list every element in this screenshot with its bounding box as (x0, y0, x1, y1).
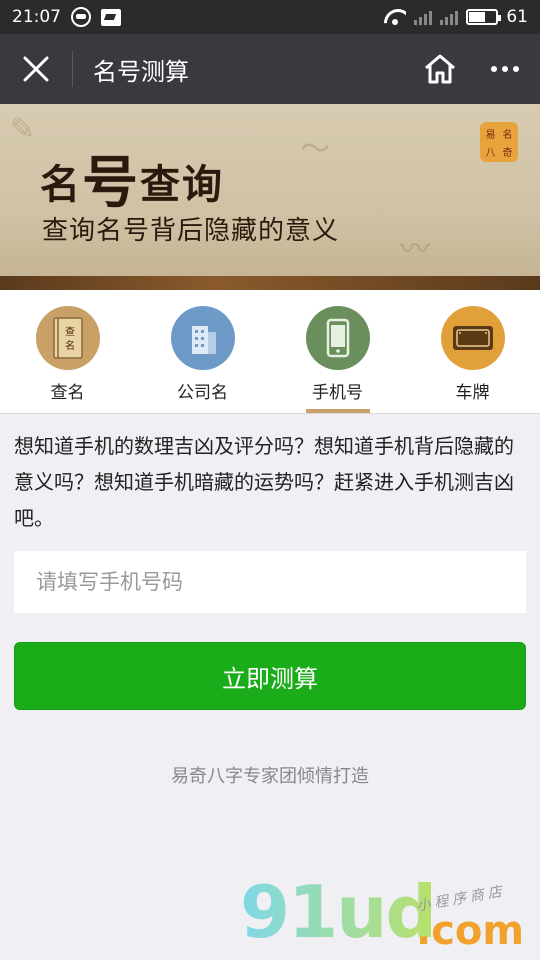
license-plate-icon (440, 306, 505, 370)
nav-bar: 名号测算 (0, 34, 540, 104)
signal-4g-icon (440, 9, 459, 25)
close-button[interactable] (0, 34, 72, 104)
image-notification-icon (101, 8, 121, 26)
banner-title: 名号查询 (40, 138, 224, 219)
name-book-icon: 查 名 (35, 306, 100, 370)
mobile-phone-icon (305, 306, 370, 370)
more-dot-icon (502, 66, 508, 72)
tab-label: 车牌 (455, 383, 490, 403)
close-icon (23, 56, 49, 82)
banner-subtitle: 查询名号背后隐藏的意义 (42, 216, 340, 246)
status-time: 21:07 (12, 7, 61, 27)
logo-char: 名 (502, 129, 513, 141)
page-title: 名号测算 (93, 57, 189, 86)
tab-label: 公司名 (177, 383, 228, 403)
more-dot-icon (513, 66, 519, 72)
banner-title-char: 号 (82, 150, 140, 216)
banner-decoration: 〜 (300, 132, 330, 167)
logo-char: 奇 (502, 147, 513, 159)
status-bar: 21:07 61 (0, 0, 540, 34)
logo-char: 八 (485, 147, 496, 159)
tab-license-plate[interactable]: 车牌 (405, 290, 540, 413)
svg-text:查: 查 (65, 325, 75, 338)
tab-phone-number[interactable]: 手机号 (270, 290, 405, 413)
banner-decoration: ✎ (10, 112, 36, 147)
wifi-icon (384, 9, 406, 25)
logo-char: 易 (485, 129, 496, 141)
banner-title-char: 名 (40, 161, 82, 208)
banner: ✎ 〜 〰 名号查询 查询名号背后隐藏的意义 易 名 八 奇 (0, 104, 540, 290)
company-building-icon (170, 306, 235, 370)
home-icon (425, 54, 455, 84)
more-button[interactable] (470, 34, 540, 104)
battery-icon (466, 9, 502, 25)
tab-label: 手机号 (312, 383, 363, 403)
signal-icon (414, 9, 433, 25)
banner-title-char: 查询 (140, 161, 224, 208)
watermark-main: 91ud (240, 870, 437, 954)
banner-decoration: 〰 (400, 232, 430, 267)
watermark-logo: 91ud 小程序商店 .com (240, 870, 540, 960)
description-text: 想知道手机的数理吉凶及评分吗？想知道手机背后隐藏的意义吗？想知道手机暗藏的运势吗… (14, 434, 514, 530)
tab-name-query[interactable]: 查 名 查名 (0, 290, 135, 413)
home-button[interactable] (410, 34, 470, 104)
category-tabs: 查 名 查名 公司名 手机号 车牌 (0, 290, 540, 414)
watermark-suffix: .com (416, 908, 525, 954)
svg-text:名: 名 (65, 339, 75, 352)
battery-level: 61 (506, 7, 528, 27)
calculate-button[interactable]: 立即测算 (14, 642, 526, 710)
notification-icon (71, 7, 91, 27)
tab-label: 查名 (50, 383, 85, 403)
phone-number-input[interactable] (14, 551, 526, 613)
tab-company-name[interactable]: 公司名 (135, 290, 270, 413)
footer-credit: 易奇八字专家团倾情打造 (171, 766, 369, 787)
more-dot-icon (491, 66, 497, 72)
yiqi-logo: 易 名 八 奇 (480, 122, 518, 162)
